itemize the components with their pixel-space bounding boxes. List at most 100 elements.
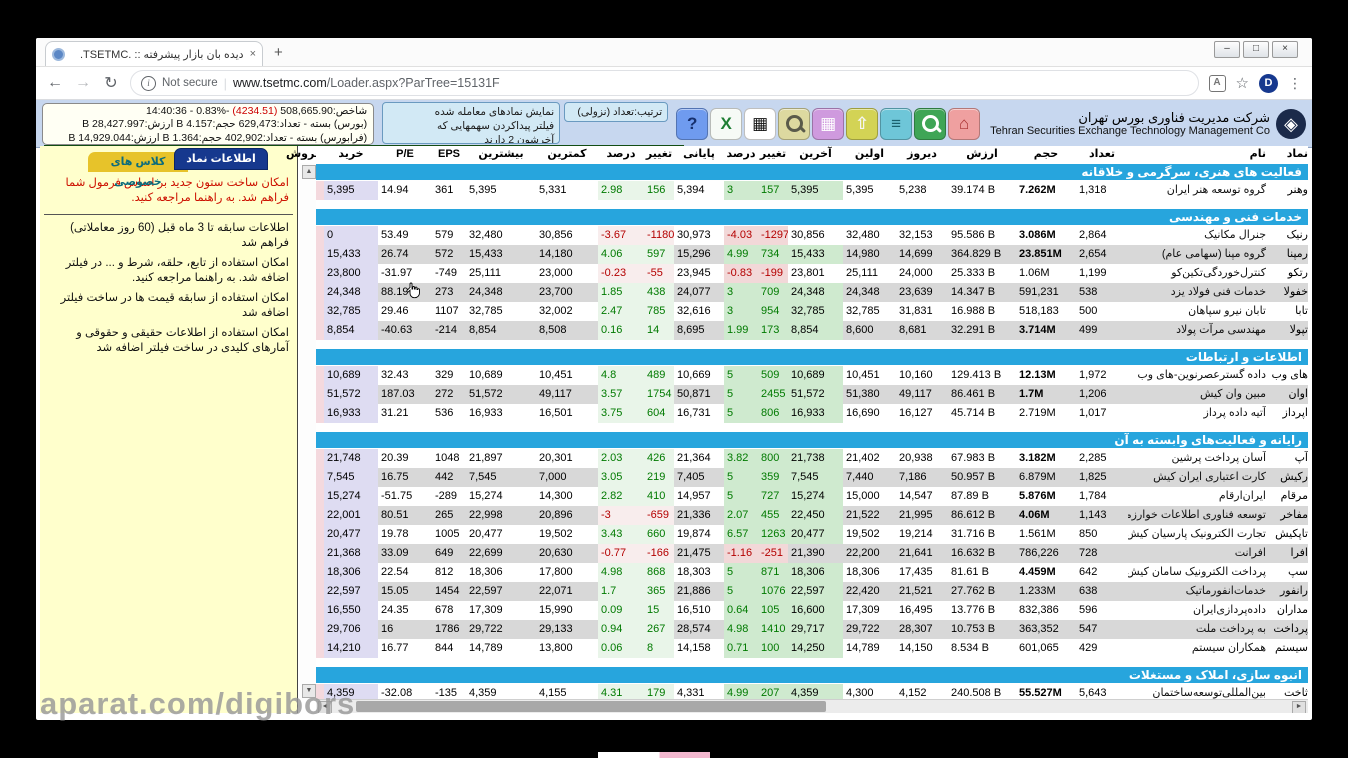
column-header[interactable]: P/E — [378, 146, 432, 163]
tab-private-classes[interactable]: کلاس های خصوصی — [88, 152, 188, 188]
cell-volume: 1.7M — [1019, 388, 1044, 400]
table-row[interactable]: تپولا مهندسی مرآت پولاد 499 3.714M 32.291 B 8… — [316, 321, 1308, 340]
table-row[interactable]: مفاخر توسعه فناوری اطلاعات خوارزمی 1,143 4.… — [316, 506, 1308, 525]
table-row[interactable]: های وب داده گسترعصرنوین-های وب 1,972 12.13M… — [316, 366, 1308, 385]
tab-close-icon[interactable]: × — [250, 48, 256, 60]
cell-pe: 15.05 — [381, 585, 409, 597]
section-header[interactable]: فعالیت های هنری، سرگرمی و خلاقانه — [316, 164, 1308, 180]
column-header[interactable]: تعداد — [1076, 146, 1128, 163]
column-header[interactable]: تغییر — [644, 146, 674, 163]
section-header[interactable]: اطلاعات و ارتباطات — [316, 349, 1308, 365]
excel-export-icon[interactable]: X — [710, 107, 743, 140]
table-row[interactable]: تاپکیش تجارت الکترونیک پارسیان کیش 850 1.56… — [316, 525, 1308, 544]
minimize-button[interactable]: – — [1214, 41, 1240, 58]
table-row[interactable]: سیستم همکاران سیستم 429 601,065 8.534 B 14,15… — [316, 639, 1308, 658]
section-header[interactable]: رایانه و فعالیت‌های وابسته به آن — [316, 432, 1308, 448]
scroll-right-icon[interactable]: ► — [1292, 701, 1306, 713]
column-header[interactable]: تغییر — [758, 146, 788, 163]
cell-volume: 591,231 — [1019, 286, 1059, 298]
column-header[interactable]: ارزش — [948, 146, 1016, 163]
cell-chg_last: 2455 — [758, 385, 788, 404]
cell-max: 8,854 — [469, 324, 497, 336]
cell-volume: 3.086M — [1019, 229, 1056, 241]
table-row[interactable]: خفولا خدمات فنی فولاد یزد 538 591,231 14.347… — [316, 283, 1308, 302]
reload-icon[interactable]: ↻ — [102, 73, 120, 93]
cell-symbol: رتکو — [1287, 267, 1308, 279]
search-icon[interactable] — [914, 107, 947, 140]
site-info-icon[interactable]: i — [141, 75, 156, 91]
cell-final: 21,364 — [677, 452, 711, 464]
table-row[interactable]: مرقام ایران‌ارقام 1,784 5.876M 87.89 B 14,547… — [316, 487, 1308, 506]
heatmap-grid-icon[interactable]: ▦ — [744, 107, 777, 140]
column-header[interactable]: بیشترین — [466, 146, 536, 163]
table-row[interactable]: رانفور خدمات‌انفورماتیک 638 1.233M 27.762 B 2… — [316, 582, 1308, 601]
column-header[interactable]: حجم — [1016, 146, 1076, 163]
forward-icon[interactable]: → — [74, 74, 92, 92]
cell-first: 25,111 — [846, 267, 879, 279]
table-row[interactable]: رمپنا گروه مپنا (سهامی عام) 2,654 23.851M 36… — [316, 245, 1308, 264]
cell-chg_final: 267 — [644, 620, 674, 639]
cell-sell — [316, 601, 324, 620]
browser-tab[interactable]: دیده بان بازار پیشرفته :: .TSETMC. × — [45, 41, 263, 66]
column-header[interactable]: خرید — [324, 146, 378, 163]
table-row[interactable]: اپرداز آتیه داده پرداز 1,017 2.719M 45.714 B… — [316, 404, 1308, 423]
cell-chg_final: 604 — [644, 404, 674, 423]
address-input[interactable]: i Not secure | www.tsetmc.com/Loader.asp… — [130, 70, 1199, 96]
column-header[interactable]: کمترین — [536, 146, 598, 163]
table-row[interactable]: رتکو کنترل‌خوردگی‌تکین‌کو 1,199 1.06M 25.333… — [316, 264, 1308, 283]
cell-buy: 0 — [324, 226, 378, 245]
column-header[interactable]: نام — [1128, 146, 1266, 163]
cell-pct_last: 3 — [724, 302, 758, 321]
table-row[interactable]: افرا افرانت 728 786,226 16.632 B 21,641 22,200… — [316, 544, 1308, 563]
cell-pct_last: 5 — [724, 563, 758, 582]
search-document-icon[interactable] — [778, 107, 811, 140]
table-row[interactable]: اوان مبین وان کیش 1,206 1.7M 86.461 B 49,117 5… — [316, 385, 1308, 404]
column-header[interactable]: درصد — [724, 146, 758, 163]
column-header[interactable]: EPS — [432, 146, 466, 163]
new-tab-button[interactable]: + — [274, 44, 283, 61]
section-header[interactable]: خدمات فنی و مهندسی — [316, 209, 1308, 225]
close-button[interactable]: × — [1272, 41, 1298, 58]
cell-pct_final: 2.03 — [598, 449, 644, 468]
upload-icon[interactable]: ⇧ — [846, 107, 879, 140]
scrollbar-thumb[interactable] — [356, 701, 826, 712]
cell-yesterday: 20,938 — [899, 452, 933, 464]
column-header[interactable]: دیروز — [896, 146, 948, 163]
cell-buy: 5,395 — [324, 181, 378, 200]
cell-symbol: مرقام — [1280, 490, 1308, 502]
cell-last: 21,738 — [788, 449, 843, 468]
list-view-icon[interactable]: ≡ — [880, 107, 913, 140]
cell-count: 2,285 — [1079, 452, 1107, 464]
home-icon[interactable]: ⌂ — [948, 107, 981, 140]
hand-cursor-icon — [406, 282, 420, 299]
table-row[interactable]: تابا تابان نیرو سپاهان 500 518,183 16.988 B 3… — [316, 302, 1308, 321]
maximize-button[interactable]: □ — [1243, 41, 1269, 58]
table-row[interactable]: سپ پرداخت الکترونیک سامان کیش 642 4.459M 81.… — [316, 563, 1308, 582]
table-row[interactable]: وهنر گروه توسعه هنر ایران 1,318 7.262M 39.17… — [316, 181, 1308, 200]
table-row[interactable]: مداران داده‌پردازی‌ایران 596 832,386 13.776 … — [316, 601, 1308, 620]
menu-kebab-icon[interactable]: ⋮ — [1288, 75, 1302, 92]
calendar-icon[interactable]: ▦ — [812, 107, 845, 140]
column-header[interactable]: درصد — [598, 146, 644, 163]
table-row[interactable]: رکیش کارت اعتباری ایران کیش 1,825 6.879M 50.… — [316, 468, 1308, 487]
back-icon[interactable]: ← — [46, 74, 64, 92]
translate-icon[interactable]: A — [1208, 74, 1226, 92]
scroll-up-icon[interactable]: ▲ — [302, 165, 316, 179]
bookmark-star-icon[interactable]: ☆ — [1236, 74, 1249, 92]
horizontal-scrollbar[interactable]: ◄ ► — [316, 699, 1308, 713]
help-icon[interactable]: ? — [676, 107, 709, 140]
profile-avatar[interactable]: D — [1259, 73, 1278, 93]
column-header[interactable]: آخرین — [788, 146, 843, 163]
column-header[interactable]: پایانی — [674, 146, 724, 163]
tab-symbol-info[interactable]: اطلاعات نماد — [174, 148, 268, 170]
table-row[interactable]: پرداخت به پرداخت ملت 547 363,352 10.753 B 28,… — [316, 620, 1308, 639]
section-header[interactable]: انبوه سازی، املاک و مستغلات — [316, 667, 1308, 683]
column-header[interactable]: نماد — [1266, 146, 1308, 163]
cell-last: 20,477 — [788, 525, 843, 544]
cell-sell — [316, 321, 324, 340]
vertical-scrollbar[interactable]: ▲ ▼ — [300, 163, 316, 700]
table-row[interactable]: آپ آسان پرداخت پرشین 2,285 3.182M 67.983 B 20… — [316, 449, 1308, 468]
column-header[interactable]: اولین — [843, 146, 896, 163]
table-row[interactable]: رنیک جنرال مکانیک 2,864 3.086M 95.586 B 32,15… — [316, 226, 1308, 245]
cell-chg_final: -55 — [644, 264, 674, 283]
